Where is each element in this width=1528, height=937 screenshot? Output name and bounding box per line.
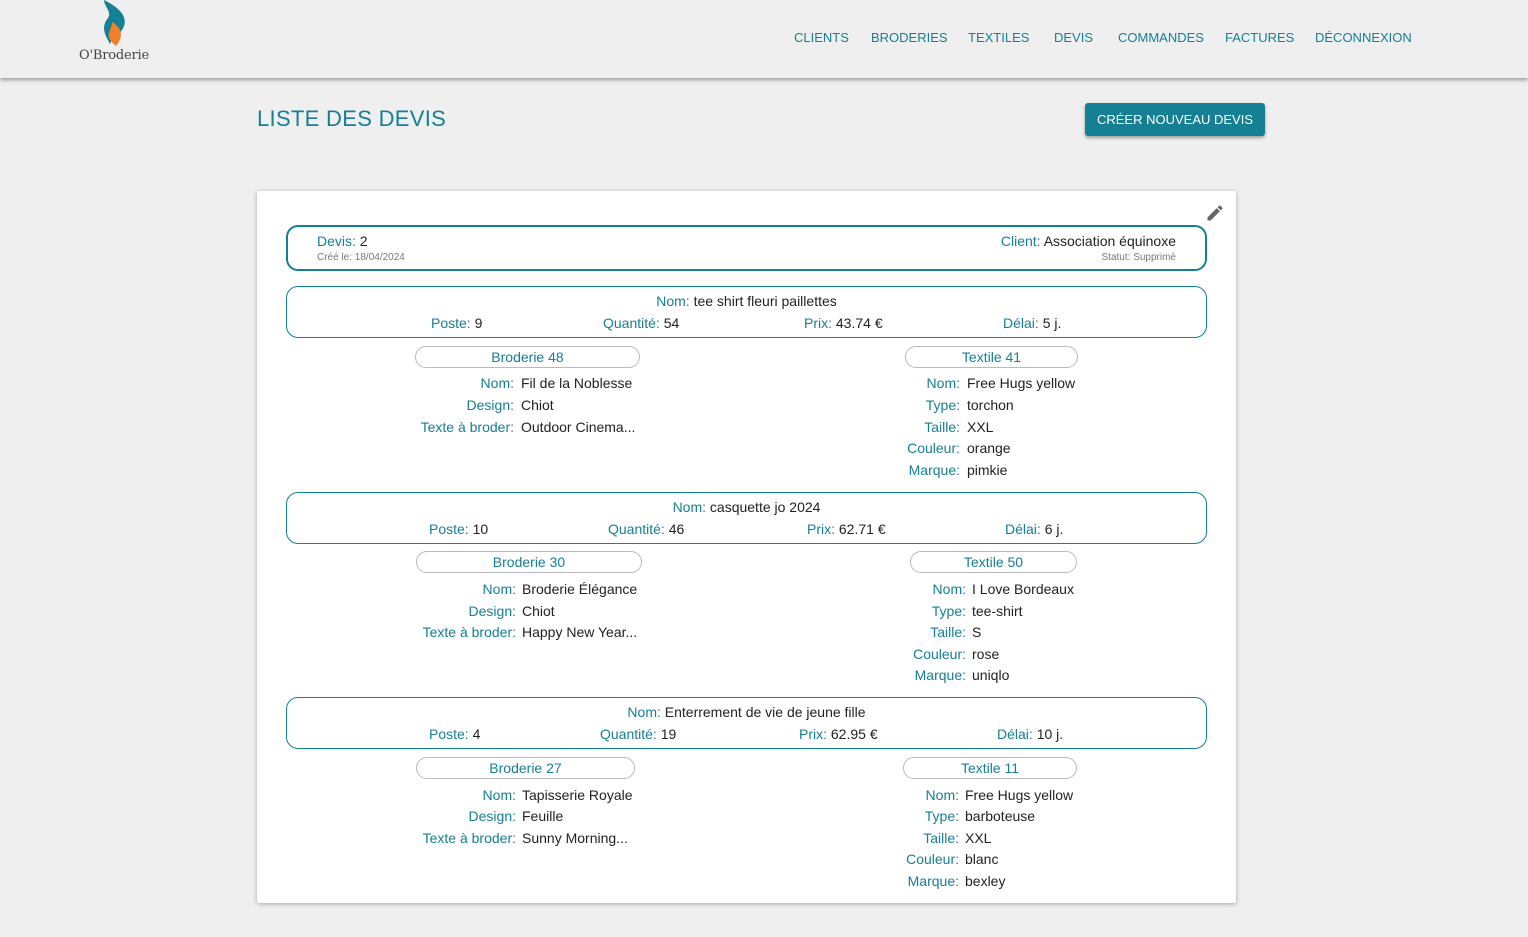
line-name: Nom: Enterrement de vie de jeune fille — [627, 704, 866, 720]
line-quantite: Quantité: 46 — [608, 521, 685, 537]
broderie-nom-value: Tapisserie Royale — [522, 787, 633, 803]
flame-logo-icon — [104, 0, 125, 46]
line-quantite: Quantité: 19 — [600, 726, 677, 742]
broderie-title[interactable]: Broderie 30 — [416, 551, 642, 573]
textile-type-value: tee-shirt — [972, 603, 1023, 619]
line-delai: Délai: 5 j. — [1003, 315, 1062, 331]
textile-type-value: barboteuse — [965, 808, 1036, 824]
broderie-design-value: Chiot — [522, 603, 555, 619]
textile-marque-value: bexley — [965, 873, 1006, 889]
quote-created-date: Créé le: 18/04/2024 — [317, 252, 405, 263]
textile-nom-value: Free Hugs yellow — [965, 787, 1074, 803]
quote-line-box: Nom: tee shirt fleuri paillettes Poste: … — [286, 286, 1207, 338]
line-name: Nom: tee shirt fleuri paillettes — [656, 293, 837, 309]
line-poste: Poste: 4 — [429, 726, 481, 742]
nav-broderies[interactable]: BRODERIES — [871, 30, 948, 45]
textile-taille-value: XXL — [965, 830, 992, 846]
page-title: LISTE DES DEVIS — [257, 106, 447, 131]
quote-card: Devis: 2 Créé le: 18/04/2024 Client: Ass… — [257, 191, 1236, 903]
broderie-title[interactable]: Broderie 48 — [415, 346, 640, 368]
broderie-texte-value: Happy New Year... — [522, 624, 638, 640]
line-delai: Délai: 10 j. — [997, 726, 1064, 742]
textile-type-value: torchon — [967, 397, 1014, 413]
textile-couleur-value: rose — [972, 646, 1000, 662]
line-prix: Prix: 62.95 € — [799, 726, 878, 742]
line-poste: Poste: 10 — [429, 521, 489, 537]
brand-logo-text: O'Broderie — [79, 48, 149, 63]
nav-commandes[interactable]: COMMANDES — [1118, 30, 1204, 45]
nav-deconnexion[interactable]: DÉCONNEXION — [1315, 30, 1412, 45]
nav-clients[interactable]: CLIENTS — [794, 30, 849, 45]
nav-devis[interactable]: DEVIS — [1054, 30, 1093, 45]
textile-nom-value: Free Hugs yellow — [967, 375, 1076, 391]
quote-status: Statut: Supprimé — [1101, 252, 1176, 263]
brand-logo[interactable]: O'Broderie — [76, 0, 152, 66]
textile-taille-value: S — [972, 624, 982, 640]
broderie-texte-value: Outdoor Cinema... — [521, 419, 636, 435]
quote-line-box: Nom: Enterrement de vie de jeune fille P… — [286, 697, 1207, 749]
line-poste: Poste: 9 — [431, 315, 483, 331]
nav-textiles[interactable]: TEXTILES — [968, 30, 1029, 45]
broderie-design-value: Feuille — [522, 808, 564, 824]
line-quantite: Quantité: 54 — [603, 315, 680, 331]
textile-title[interactable]: Textile 41 — [905, 346, 1078, 368]
textile-title[interactable]: Textile 11 — [903, 757, 1077, 779]
top-navbar: O'Broderie CLIENTS BRODERIES TEXTILES DE… — [0, 0, 1528, 78]
quote-line-box: Nom: casquette jo 2024 Poste: 10 Quantit… — [286, 492, 1207, 544]
create-quote-button[interactable]: CRÉER NOUVEAU DEVIS — [1085, 103, 1265, 136]
line-prix: Prix: 62.71 € — [807, 521, 886, 537]
textile-couleur-value: orange — [967, 440, 1011, 456]
textile-couleur-value: blanc — [965, 851, 999, 867]
textile-taille-value: XXL — [967, 419, 994, 435]
quote-header: Devis: 2 Créé le: 18/04/2024 Client: Ass… — [286, 225, 1207, 271]
textile-nom-value: I Love Bordeaux — [972, 581, 1074, 597]
nav-factures[interactable]: FACTURES — [1225, 30, 1294, 45]
line-prix: Prix: 43.74 € — [804, 315, 883, 331]
broderie-design-value: Chiot — [521, 397, 554, 413]
broderie-texte-value: Sunny Morning... — [522, 830, 628, 846]
line-delai: Délai: 6 j. — [1005, 521, 1064, 537]
textile-marque-value: pimkie — [967, 462, 1008, 478]
textile-title[interactable]: Textile 50 — [910, 551, 1077, 573]
broderie-title[interactable]: Broderie 27 — [416, 757, 635, 779]
textile-marque-value: uniqlo — [972, 667, 1010, 683]
line-name: Nom: casquette jo 2024 — [672, 499, 821, 515]
quote-client: Client: Association équinoxe — [1000, 233, 1176, 249]
broderie-nom-value: Broderie Élégance — [522, 581, 638, 597]
broderie-nom-value: Fil de la Noblesse — [521, 375, 633, 391]
quote-number: Devis: 2 — [317, 233, 368, 249]
pencil-edit-icon[interactable] — [1205, 203, 1225, 223]
